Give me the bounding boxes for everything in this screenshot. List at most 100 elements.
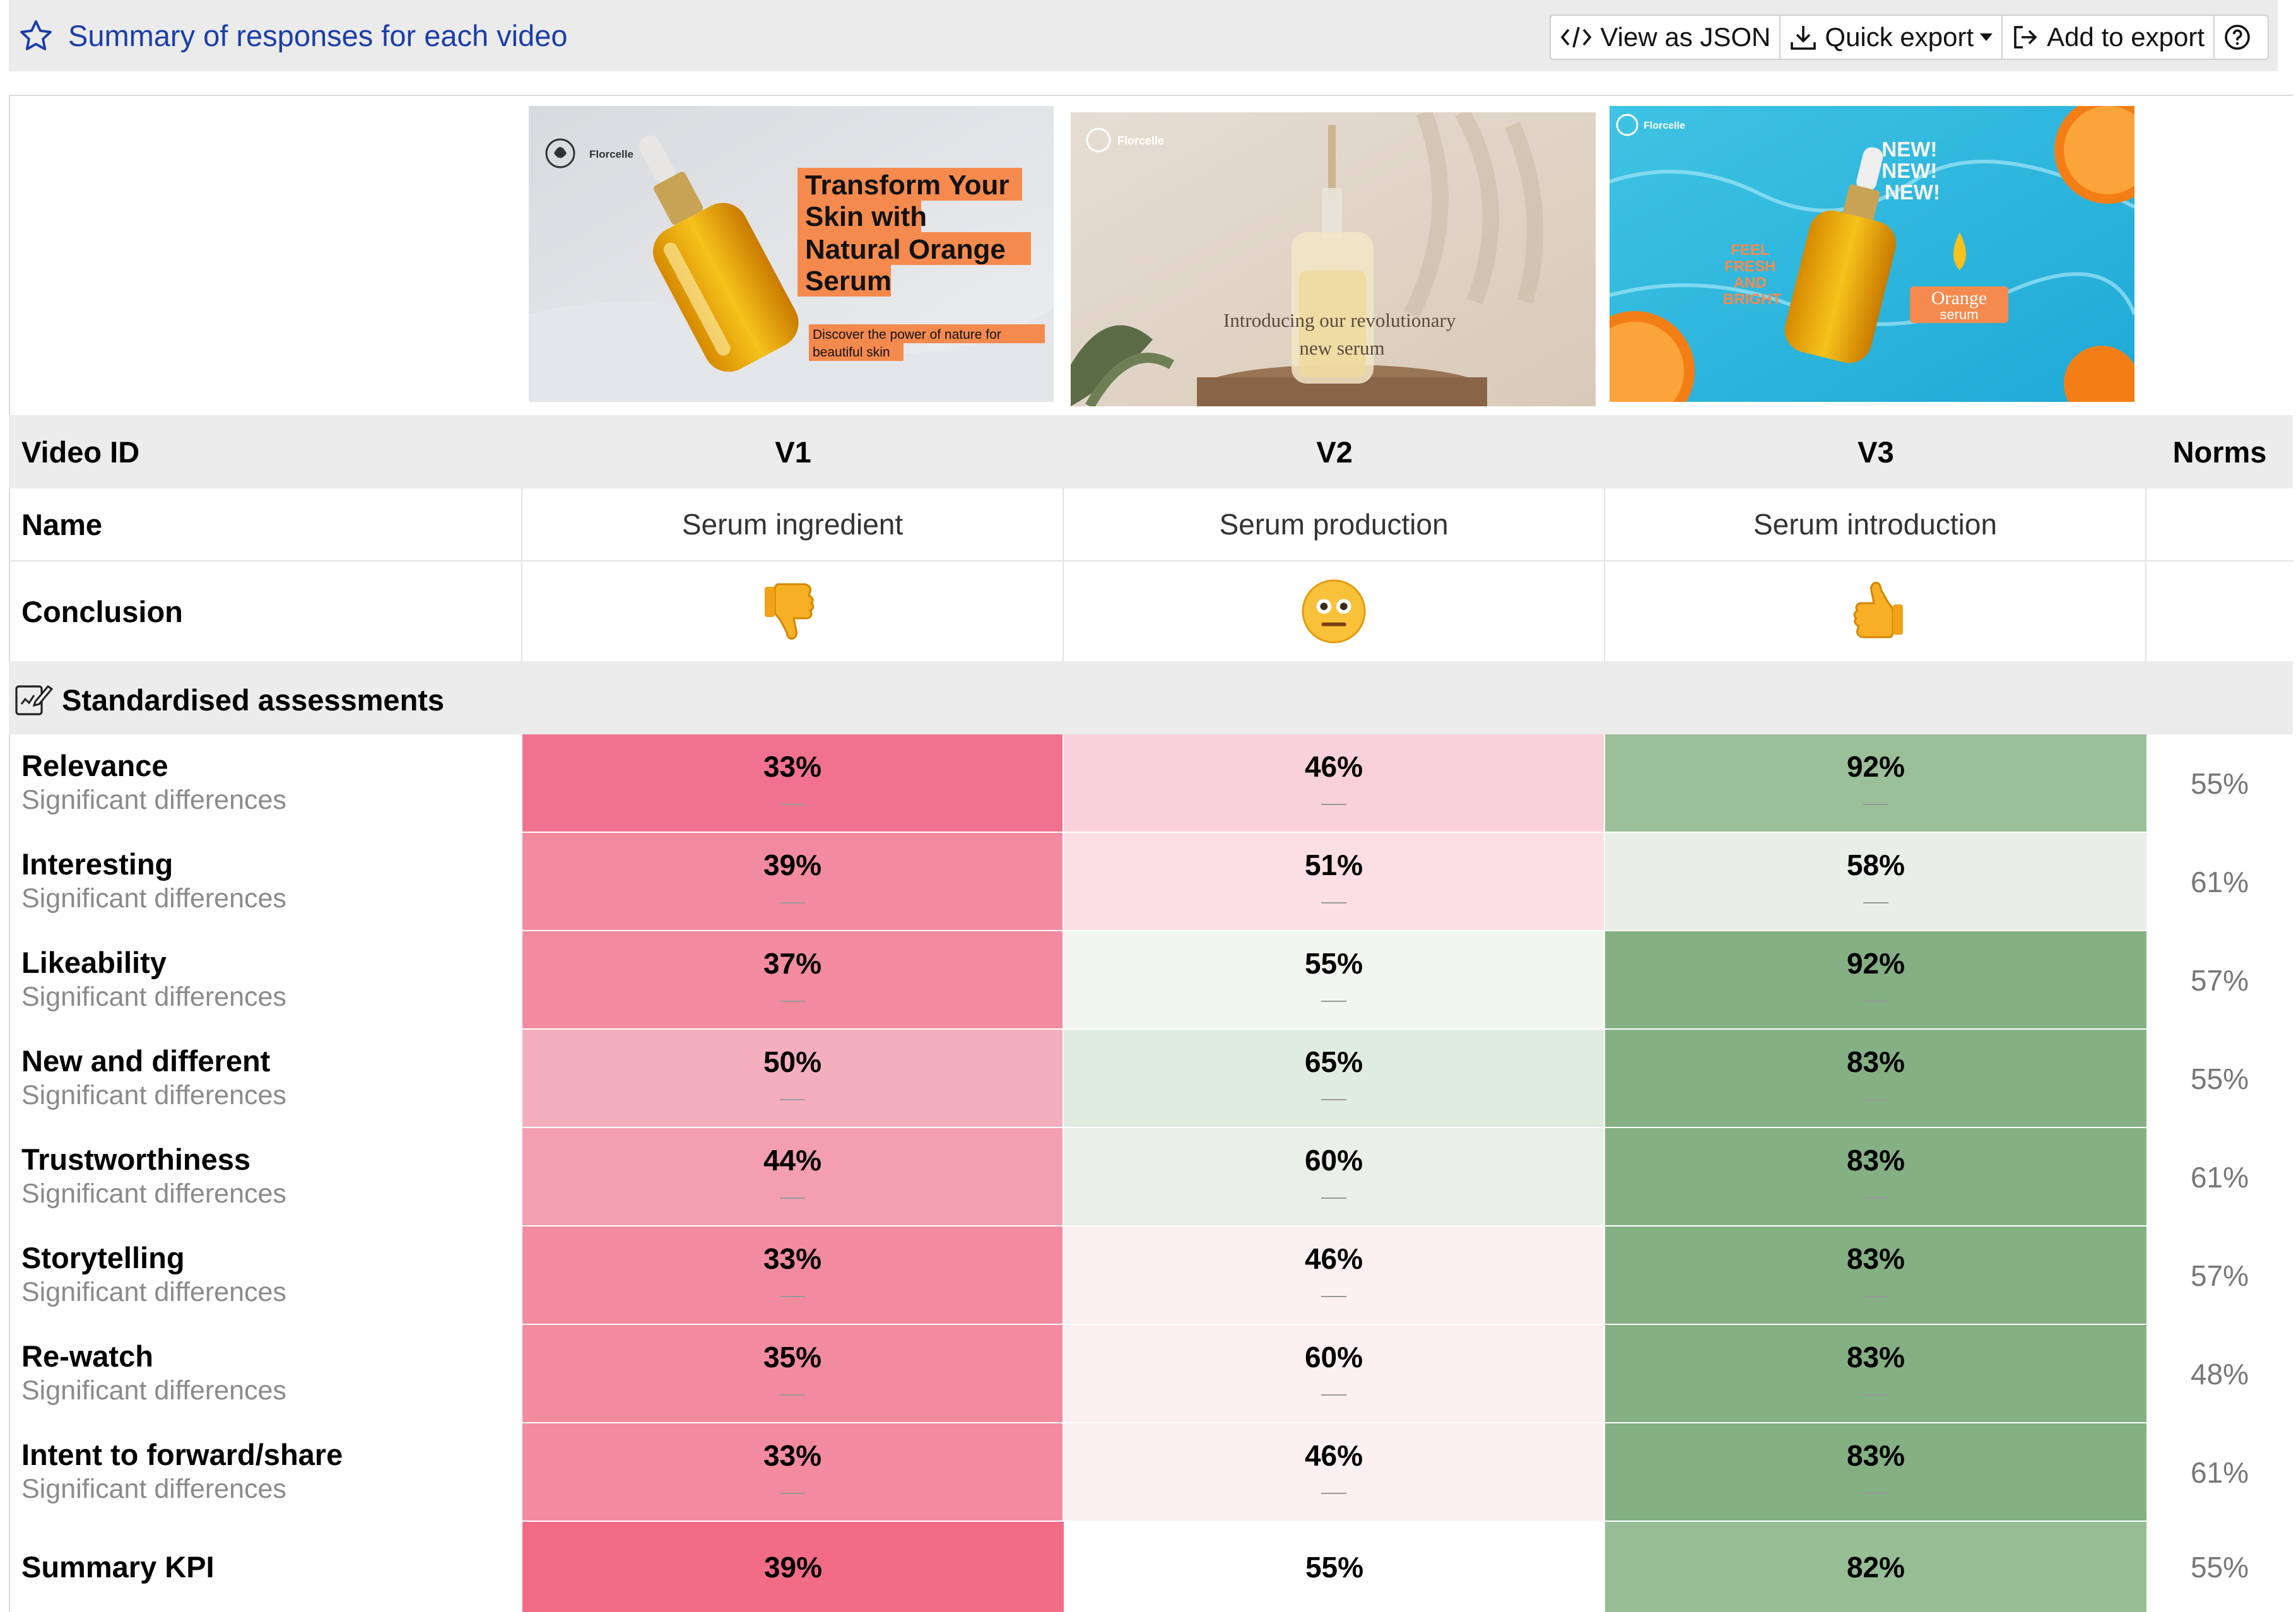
- v2-header-cell: V2: [1064, 415, 1605, 488]
- assessment-icon: [15, 685, 53, 715]
- no-difference-dash: [780, 1001, 805, 1002]
- assessment-label-cell: Relevance Significant differences: [9, 734, 522, 833]
- assessment-label: Trustworthiness: [21, 1143, 251, 1176]
- norm-value: 48%: [2190, 1358, 2249, 1391]
- score-cell-v2: 60%: [1064, 1128, 1604, 1227]
- export-icon: [2014, 26, 2037, 49]
- assessment-label: New and different: [21, 1044, 271, 1078]
- assessment-label-cell: Re-watch Significant differences: [9, 1325, 522, 1423]
- assessment-row: Re-watch Significant differences 35% 60% 83%…: [9, 1325, 2293, 1423]
- name-v1: Serum ingredient: [681, 508, 904, 541]
- assessment-label-cell: New and different Significant differences: [9, 1030, 522, 1128]
- no-difference-dash: [1321, 1296, 1346, 1297]
- norms-header: Norms: [2172, 435, 2267, 469]
- score-v1: 39%: [763, 849, 822, 881]
- norm-cell: 61%: [2146, 1423, 2293, 1522]
- no-difference-dash: [1863, 804, 1888, 805]
- no-difference-dash: [780, 902, 805, 903]
- score-v1: 33%: [763, 1242, 822, 1275]
- score-v1: 33%: [763, 750, 822, 783]
- score-v3: 83%: [1846, 1341, 1905, 1374]
- assessment-row: Interesting Significant differences 39% 51%…: [9, 833, 2293, 931]
- thumb-v3-side-1: FEEL: [1731, 242, 1769, 259]
- score-v1: 44%: [763, 1144, 822, 1177]
- score-cell-v2: 51%: [1064, 833, 1604, 931]
- svg-text:serum: serum: [1940, 307, 1978, 322]
- score-v1: 37%: [763, 947, 822, 980]
- norm-value: 55%: [2190, 767, 2249, 800]
- conclusion-v3-cell: 👍: [1605, 562, 2146, 661]
- section-title: Standardised assessments: [62, 683, 445, 717]
- thumb-v2-brand: Florcelle: [1117, 134, 1164, 147]
- download-icon: [1791, 26, 1816, 50]
- svg-text:FEEL FRESH AND: FEEL FRESH AND BRIGHT: [1723, 242, 1781, 308]
- assessment-label: Re-watch: [21, 1339, 153, 1373]
- score-v2: 46%: [1304, 1439, 1363, 1472]
- score-cell-v1: 33%: [522, 1423, 1063, 1522]
- score-v2: 65%: [1304, 1045, 1363, 1078]
- assessment-label: Likeability: [21, 946, 167, 979]
- assessment-row: Intent to forward/share Significant diffe…: [9, 1423, 2293, 1522]
- add-to-export-button[interactable]: Add to export: [2003, 16, 2215, 59]
- no-difference-dash: [1863, 1001, 1888, 1002]
- norm-cell: 61%: [2146, 1128, 2293, 1227]
- name-v2-cell: Serum production: [1064, 488, 1605, 560]
- help-button[interactable]: [2215, 16, 2268, 59]
- norm-value: 61%: [2190, 866, 2249, 898]
- help-icon: [2225, 25, 2250, 50]
- thumb-v3-new-2: NEW!: [1881, 159, 1937, 182]
- score-cell-v1: 33%: [522, 1227, 1063, 1325]
- score-cell-v3: 83%: [1605, 1030, 2146, 1128]
- score-v1: 50%: [763, 1045, 822, 1078]
- summary-v3: 82%: [1846, 1550, 1905, 1584]
- conclusion-row: Conclusion 👎 😐 👍: [9, 562, 2293, 661]
- score-v3: 83%: [1846, 1439, 1905, 1472]
- norms-header-cell: Norms: [2146, 415, 2293, 488]
- score-cell-v2: 65%: [1064, 1030, 1604, 1128]
- thumbnail-v1[interactable]: Florcelle Transform Your Skin with Natur…: [529, 106, 1054, 402]
- assessment-row: Likeability Significant differences 37% 55%…: [9, 931, 2293, 1030]
- view-as-json-button[interactable]: View as JSON: [1551, 16, 1781, 59]
- name-label: Name: [21, 507, 103, 541]
- no-difference-dash: [780, 1493, 805, 1494]
- score-v3: 83%: [1846, 1045, 1905, 1078]
- code-icon: [1561, 26, 1592, 48]
- score-cell-v1: 44%: [522, 1128, 1063, 1227]
- quick-export-button[interactable]: Quick export: [1781, 16, 2003, 59]
- assessment-label-cell: Intent to forward/share Significant diffe…: [9, 1423, 522, 1522]
- score-cell-v2: 55%: [1064, 931, 1604, 1030]
- thumbnail-v3[interactable]: Florcelle NEW! NEW! NEW! FEEL FRESH AND …: [1610, 106, 2134, 402]
- thumb-v3-new-3: NEW!: [1885, 180, 1940, 204]
- name-label-cell: Name: [9, 488, 522, 560]
- thumb-v2-line-1: Introducing our revolutionary: [1223, 309, 1456, 331]
- significant-differences-label: Significant differences: [21, 982, 286, 1012]
- summary-kpi-row: Summary KPI 39% 55% 82% 55%: [9, 1522, 2293, 1612]
- norm-cell: 61%: [2146, 833, 2293, 931]
- v3-header: V3: [1857, 435, 1894, 469]
- no-difference-dash: [1321, 1493, 1346, 1494]
- no-difference-dash: [1863, 1197, 1888, 1199]
- score-v3: 92%: [1846, 750, 1905, 783]
- significant-differences-label: Significant differences: [21, 1080, 286, 1110]
- assessment-label-cell: Likeability Significant differences: [9, 931, 522, 1030]
- thumb-v1-line-1: Transform Your: [805, 170, 1010, 201]
- page: Summary of responses for each video View…: [0, 0, 2296, 1612]
- norm-value: 55%: [2190, 1062, 2249, 1095]
- score-v2: 60%: [1304, 1341, 1363, 1374]
- score-v2: 60%: [1304, 1144, 1363, 1177]
- score-cell-v3: 92%: [1605, 931, 2146, 1030]
- thumb-v1-tag-1: Discover the power of nature for: [813, 327, 1001, 342]
- assessment-row: Relevance Significant differences 33% 46% 92…: [9, 734, 2293, 833]
- thumb-v1-line-4: Serum: [805, 266, 892, 297]
- thumb-v1-tag-2: beautiful skin: [813, 345, 890, 360]
- star-icon[interactable]: [18, 18, 54, 54]
- thumbnail-v2[interactable]: Florcelle Introducing our revolutionary …: [1071, 112, 1596, 406]
- assessment-label: Intent to forward/share: [21, 1438, 343, 1471]
- score-cell-v3: 83%: [1605, 1128, 2146, 1227]
- section-standardised: Standardised assessments: [9, 661, 2293, 734]
- no-difference-dash: [1863, 1394, 1888, 1396]
- no-difference-dash: [780, 804, 805, 805]
- score-cell-v3: 92%: [1605, 734, 2146, 833]
- norm-cell: 57%: [2146, 931, 2293, 1030]
- no-difference-dash: [780, 1197, 805, 1199]
